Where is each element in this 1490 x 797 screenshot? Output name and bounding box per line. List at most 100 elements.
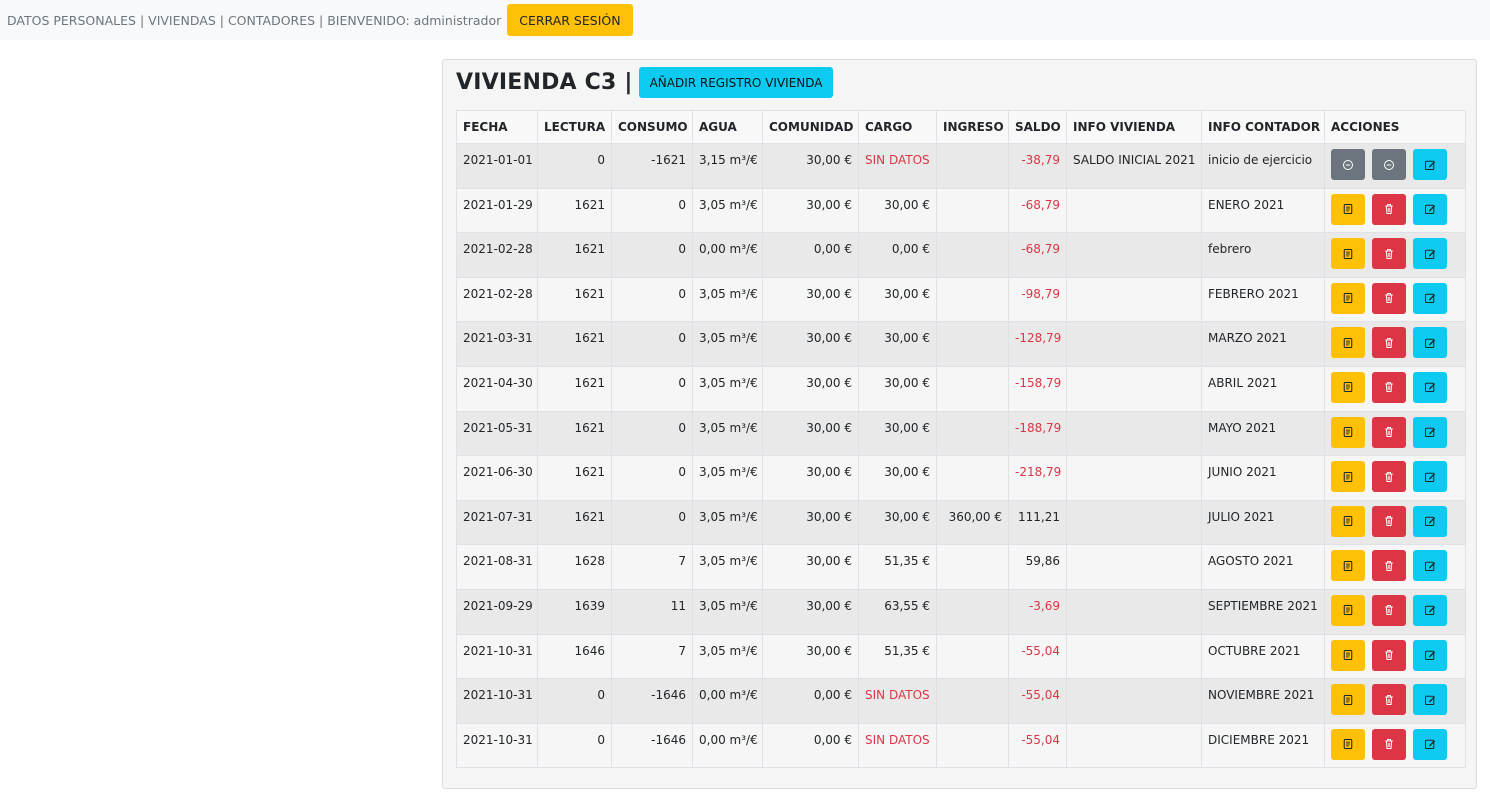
receipt-button[interactable]	[1331, 282, 1365, 314]
delete-button[interactable]	[1372, 238, 1406, 270]
cargo-cell: SIN DATOS	[858, 143, 937, 189]
receipt-button[interactable]	[1331, 594, 1365, 626]
receipt-button[interactable]	[1331, 238, 1365, 270]
trash-icon	[1383, 738, 1395, 750]
saldo-cell: -188,79	[1008, 410, 1067, 457]
edit-button[interactable]	[1413, 149, 1447, 180]
info-vivienda-cell	[1066, 544, 1202, 590]
saldo-cell: -55,04	[1008, 633, 1067, 680]
lectura-cell: 1628	[537, 544, 612, 590]
nav-datos-personales[interactable]: DATOS PERSONALES	[7, 13, 136, 28]
trash-icon	[1383, 694, 1395, 706]
edit-button[interactable]	[1413, 193, 1447, 225]
disabled-action-button[interactable]	[1331, 149, 1365, 180]
receipt-icon	[1342, 248, 1354, 260]
column-header: INFO CONTADOR	[1201, 110, 1325, 144]
edit-button[interactable]	[1413, 684, 1447, 716]
actions-cell	[1324, 321, 1466, 367]
logout-button[interactable]: CERRAR SESIÓN	[507, 4, 633, 36]
edit-button[interactable]	[1413, 461, 1447, 493]
delete-button[interactable]	[1372, 550, 1406, 582]
saldo-cell: -128,79	[1008, 321, 1067, 367]
delete-button[interactable]	[1372, 728, 1406, 760]
info-vivienda-cell	[1066, 588, 1202, 635]
receipt-button[interactable]	[1331, 505, 1365, 537]
add-record-button[interactable]: AÑADIR REGISTRO VIVIENDA	[638, 67, 834, 98]
trash-icon	[1383, 203, 1395, 215]
receipt-button[interactable]	[1331, 550, 1365, 582]
edit-button[interactable]	[1413, 594, 1447, 626]
lectura-cell: 0	[537, 722, 612, 769]
receipt-icon	[1342, 560, 1354, 572]
delete-button[interactable]	[1372, 371, 1406, 403]
ingreso-cell	[936, 544, 1009, 590]
delete-button[interactable]	[1372, 461, 1406, 493]
nav-separator: |	[135, 12, 149, 28]
info-contador-cell: NOVIEMBRE 2021	[1201, 678, 1325, 724]
cargo-cell: 30,00 €	[858, 276, 937, 323]
nav-viviendas[interactable]: VIVIENDAS	[148, 13, 216, 28]
delete-button[interactable]	[1372, 282, 1406, 314]
edit-button[interactable]	[1413, 728, 1447, 760]
edit-button[interactable]	[1413, 238, 1447, 270]
info-vivienda-cell	[1066, 499, 1202, 546]
receipt-button[interactable]	[1331, 416, 1365, 448]
consumo-cell: 7	[611, 544, 693, 590]
edit-button[interactable]	[1413, 416, 1447, 448]
fecha-cell: 2021-01-01	[456, 143, 538, 189]
delete-button[interactable]	[1372, 193, 1406, 225]
cargo-cell: 30,00 €	[858, 455, 937, 501]
vivienda-card: VIVIENDA C3 | AÑADIR REGISTRO VIVIENDA F…	[442, 59, 1477, 789]
receipt-button[interactable]	[1331, 639, 1365, 671]
disabled-action-button[interactable]	[1372, 149, 1406, 180]
comunidad-cell: 30,00 €	[762, 143, 859, 189]
delete-button[interactable]	[1372, 639, 1406, 671]
cargo-cell: 51,35 €	[858, 544, 937, 590]
actions-cell	[1324, 143, 1466, 189]
receipt-button[interactable]	[1331, 728, 1365, 760]
ingreso-cell	[936, 276, 1009, 323]
info-vivienda-cell	[1066, 455, 1202, 501]
delete-button[interactable]	[1372, 684, 1406, 716]
ingreso-cell	[936, 455, 1009, 501]
receipt-icon	[1342, 337, 1354, 349]
column-header: ACCIONES	[1324, 110, 1466, 144]
agua-cell: 3,05 m³/€	[692, 365, 763, 412]
receipt-button[interactable]	[1331, 327, 1365, 359]
lectura-cell: 1639	[537, 588, 612, 635]
delete-button[interactable]	[1372, 327, 1406, 359]
lectura-cell: 1621	[537, 410, 612, 457]
delete-button[interactable]	[1372, 505, 1406, 537]
agua-cell: 3,05 m³/€	[692, 499, 763, 546]
delete-button[interactable]	[1372, 416, 1406, 448]
agua-cell: 0,00 m³/€	[692, 722, 763, 769]
delete-button[interactable]	[1372, 594, 1406, 626]
edit-button[interactable]	[1413, 505, 1447, 537]
edit-icon	[1424, 471, 1436, 483]
table-row: 2021-02-28 1621 0 3,05 m³/€ 30,00 €30,00 € -9…	[456, 276, 1466, 323]
top-navbar: DATOS PERSONALES | VIVIENDAS | CONTADORE…	[0, 0, 1490, 40]
dash-circle-icon	[1342, 159, 1354, 171]
agua-cell: 0,00 m³/€	[692, 232, 763, 278]
card-header: VIVIENDA C3 | AÑADIR REGISTRO VIVIENDA	[456, 67, 834, 98]
lectura-cell: 1621	[537, 365, 612, 412]
info-contador-cell: SEPTIEMBRE 2021	[1201, 588, 1325, 635]
receipt-button[interactable]	[1331, 684, 1365, 716]
saldo-cell: 59,86	[1008, 544, 1067, 590]
nav-contadores[interactable]: CONTADORES	[228, 13, 315, 28]
saldo-cell: -98,79	[1008, 276, 1067, 323]
cargo-cell: 30,00 €	[858, 321, 937, 367]
receipt-button[interactable]	[1331, 461, 1365, 493]
edit-button[interactable]	[1413, 550, 1447, 582]
comunidad-cell: 30,00 €	[762, 633, 859, 680]
edit-button[interactable]	[1413, 639, 1447, 671]
receipt-button[interactable]	[1331, 371, 1365, 403]
receipt-icon	[1342, 738, 1354, 750]
edit-button[interactable]	[1413, 371, 1447, 403]
edit-icon	[1424, 738, 1436, 750]
trash-icon	[1383, 381, 1395, 393]
edit-button[interactable]	[1413, 282, 1447, 314]
edit-button[interactable]	[1413, 327, 1447, 359]
column-header: CONSUMO	[611, 110, 693, 144]
receipt-button[interactable]	[1331, 193, 1365, 225]
